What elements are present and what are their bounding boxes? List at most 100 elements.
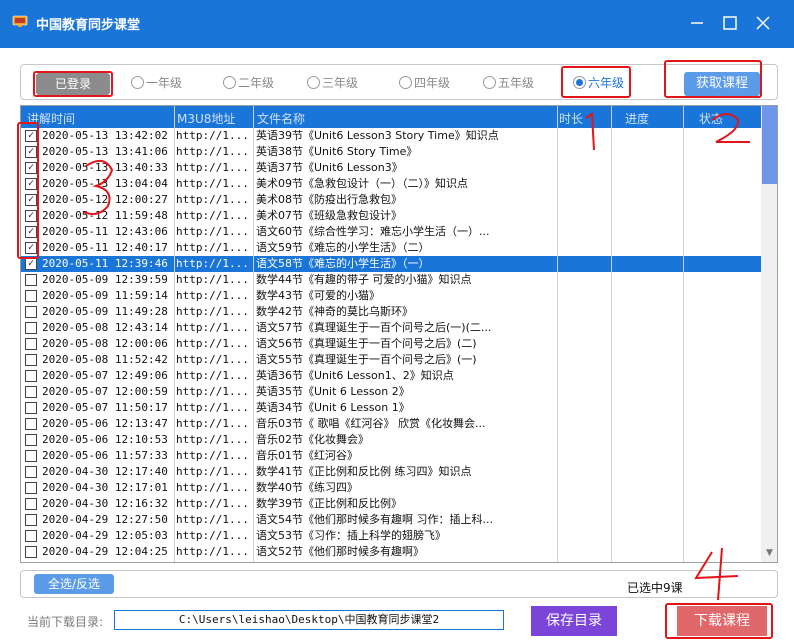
table-row[interactable]: 2020-05-08 12:43:14 http://1... 语文57节《真理诞生… <box>21 320 761 336</box>
row-checkbox[interactable]: ✓ <box>25 194 37 206</box>
row-checkbox[interactable] <box>25 290 37 302</box>
table-row[interactable]: ✓ 2020-05-13 13:04:04 http://1... 美术09节《急救包… <box>21 176 761 192</box>
col-header-status[interactable]: 状态 <box>699 110 723 127</box>
col-header-name[interactable]: 文件名称 <box>257 110 305 127</box>
row-checkbox[interactable]: ✓ <box>25 242 37 254</box>
row-time: 2020-05-13 13:42:02 <box>42 129 168 142</box>
row-checkbox[interactable]: ✓ <box>25 178 37 190</box>
table-row[interactable]: ✓ 2020-05-11 12:40:17 http://1... 语文59节《难忘的… <box>21 240 761 256</box>
table-row[interactable]: 2020-04-29 12:05:03 http://1... 语文53节《习作：插… <box>21 528 761 544</box>
row-url: http://1... <box>176 513 249 526</box>
table-row[interactable]: ✓ 2020-05-13 13:40:33 http://1... 英语37节《Uni… <box>21 160 761 176</box>
table-row[interactable]: 2020-05-07 12:49:06 http://1... 英语36节《Unit… <box>21 368 761 384</box>
table-row[interactable]: ✓ 2020-05-12 11:59:48 http://1... 美术07节《班级急… <box>21 208 761 224</box>
table-row[interactable]: 2020-05-07 12:00:59 http://1... 英语35节《Unit… <box>21 384 761 400</box>
table-row[interactable]: 2020-05-06 12:10:53 http://1... 音乐02节《化妆舞会… <box>21 432 761 448</box>
download-dir-field[interactable]: C:\Users\leishao\Desktop\中国教育同步课堂2 <box>114 610 504 630</box>
table-row[interactable]: ✓ 2020-05-12 12:00:27 http://1... 美术08节《防疫出… <box>21 192 761 208</box>
table-row[interactable]: 2020-04-30 12:17:01 http://1... 数学40节《练习四》 <box>21 480 761 496</box>
row-checkbox[interactable] <box>25 466 37 478</box>
table-row[interactable]: ✓ 2020-05-11 12:43:06 http://1... 语文60节《综合性… <box>21 224 761 240</box>
selected-count: 已选中9课 <box>627 581 683 595</box>
row-url: http://1... <box>176 273 249 286</box>
scrollbar-thumb[interactable] <box>762 106 777 184</box>
grade-radio-4[interactable]: 四年级 <box>399 75 450 93</box>
table-row[interactable]: 2020-05-07 11:50:17 http://1... 英语34节《Unit… <box>21 400 761 416</box>
row-checkbox[interactable] <box>25 354 37 366</box>
row-checkbox[interactable] <box>25 450 37 462</box>
row-checkbox[interactable] <box>25 274 37 286</box>
radio-checked-icon[interactable] <box>573 76 586 89</box>
row-checkbox[interactable] <box>25 338 37 350</box>
table-row[interactable]: ✓ 2020-05-13 13:42:02 http://1... 英语39节《Uni… <box>21 128 761 144</box>
row-checkbox[interactable]: ✓ <box>25 130 37 142</box>
row-checkbox[interactable] <box>25 434 37 446</box>
row-url: http://1... <box>176 161 249 174</box>
radio-icon[interactable] <box>223 76 236 89</box>
grade-radio-1[interactable]: 一年级 <box>131 75 182 93</box>
row-checkbox[interactable] <box>25 546 37 558</box>
table-row[interactable]: 2020-05-09 11:49:28 http://1... 数学42节《神奇的莫… <box>21 304 761 320</box>
row-checkbox[interactable] <box>25 530 37 542</box>
row-checkbox[interactable]: ✓ <box>25 210 37 222</box>
scroll-down-icon[interactable]: ▼ <box>761 545 777 562</box>
logged-in-button[interactable]: 已登录 <box>36 73 110 95</box>
row-checkbox[interactable] <box>25 482 37 494</box>
row-checkbox[interactable] <box>25 498 37 510</box>
row-checkbox[interactable] <box>25 514 37 526</box>
row-url: http://1... <box>176 241 249 254</box>
radio-icon[interactable] <box>399 76 412 89</box>
row-checkbox[interactable]: ✓ <box>25 226 37 238</box>
table-row[interactable]: 2020-04-30 12:17:40 http://1... 数学41节《正比例和… <box>21 464 761 480</box>
row-name: 数学43节《可爱的小猫》 <box>256 289 380 302</box>
select-all-button[interactable]: 全选/反选 <box>34 574 114 594</box>
row-checkbox[interactable] <box>25 402 37 414</box>
row-checkbox[interactable] <box>25 370 37 382</box>
grade-radio-3[interactable]: 三年级 <box>307 75 358 93</box>
table-row[interactable]: 2020-05-08 12:00:06 http://1... 语文56节《真理诞生… <box>21 336 761 352</box>
col-header-time[interactable]: 讲解时间 <box>27 110 75 127</box>
vertical-scrollbar[interactable]: ▼ <box>761 106 777 562</box>
row-name: 语文60节《综合性学习：难忘小学生活（一）... <box>256 225 490 238</box>
col-header-progress[interactable]: 进度 <box>625 110 649 127</box>
fetch-courses-button[interactable]: 获取课程 <box>684 72 760 96</box>
row-checkbox[interactable]: ✓ <box>25 258 37 270</box>
minimize-icon[interactable] <box>686 12 708 34</box>
row-name: 语文52节《他们那时候多有趣啊》 <box>256 545 424 558</box>
col-header-url[interactable]: M3U8地址 <box>177 110 235 127</box>
table-row[interactable]: 2020-04-30 12:16:32 http://1... 数学39节《正比例和… <box>21 496 761 512</box>
app-tv-icon <box>12 15 28 27</box>
row-name: 语文58节《难忘的小学生活》（一） <box>256 257 430 270</box>
col-header-duration[interactable]: 时长 <box>559 110 583 127</box>
table-row[interactable]: 2020-05-06 11:57:33 http://1... 音乐01节《红河谷》 <box>21 448 761 464</box>
row-checkbox[interactable] <box>25 386 37 398</box>
row-url: http://1... <box>176 433 249 446</box>
download-courses-button[interactable]: 下载课程 <box>677 606 767 636</box>
table-row[interactable]: 2020-05-09 12:39:59 http://1... 数学44节《有趣的带… <box>21 272 761 288</box>
grade-radio-2[interactable]: 二年级 <box>223 75 274 93</box>
grade-radio-5[interactable]: 五年级 <box>483 75 534 93</box>
maximize-icon[interactable] <box>719 12 741 34</box>
row-time: 2020-04-30 12:16:32 <box>42 497 168 510</box>
window-title: 中国教育同步课堂 <box>36 18 141 33</box>
row-checkbox[interactable]: ✓ <box>25 162 37 174</box>
table-row[interactable]: ✓ 2020-05-11 12:39:46 http://1... 语文58节《难忘的… <box>21 256 761 272</box>
radio-icon[interactable] <box>307 76 320 89</box>
title-bar: 中国教育同步课堂 <box>0 0 794 48</box>
table-row[interactable]: ✓ 2020-05-13 13:41:06 http://1... 英语38节《Uni… <box>21 144 761 160</box>
table-row[interactable]: 2020-05-08 11:52:42 http://1... 语文55节《真理诞生… <box>21 352 761 368</box>
table-row[interactable]: 2020-04-29 12:27:50 http://1... 语文54节《他们那时… <box>21 512 761 528</box>
table-row[interactable]: 2020-05-09 11:59:14 http://1... 数学43节《可爱的小… <box>21 288 761 304</box>
close-icon[interactable] <box>752 12 774 34</box>
grade-radio-6[interactable]: 六年级 <box>573 75 624 93</box>
row-checkbox[interactable] <box>25 322 37 334</box>
row-checkbox[interactable]: ✓ <box>25 146 37 158</box>
save-dir-button[interactable]: 保存目录 <box>531 606 617 636</box>
row-checkbox[interactable] <box>25 306 37 318</box>
row-checkbox[interactable] <box>25 418 37 430</box>
radio-icon[interactable] <box>483 76 496 89</box>
table-row[interactable]: 2020-04-29 12:04:25 http://1... 语文52节《他们那时… <box>21 544 761 560</box>
table-row[interactable]: 2020-05-06 12:13:47 http://1... 音乐03节《 歌唱《… <box>21 416 761 432</box>
row-url: http://1... <box>176 225 249 238</box>
radio-icon[interactable] <box>131 76 144 89</box>
